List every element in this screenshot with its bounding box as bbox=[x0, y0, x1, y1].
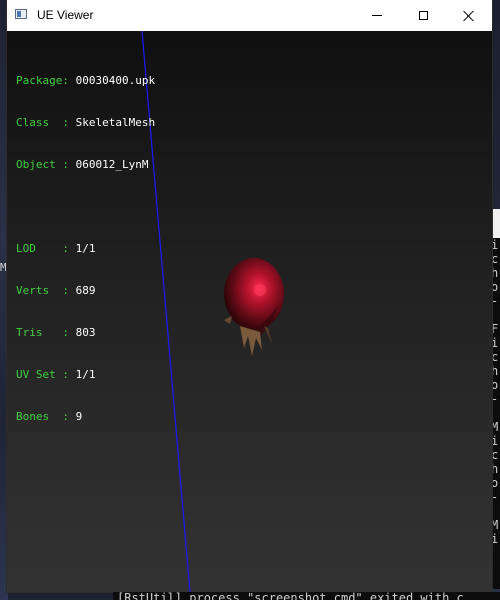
title-bar[interactable]: UE Viewer bbox=[7, 0, 492, 31]
console-line: c bbox=[491, 448, 499, 462]
ue-viewer-window: UE Viewer Package: 00030400.upk Class : … bbox=[7, 0, 492, 592]
minimize-button[interactable] bbox=[354, 0, 400, 31]
skeletal-mesh-model bbox=[224, 258, 284, 356]
console-line: - bbox=[491, 490, 499, 504]
console-output-line: [RstUtil] process "screenshot_cmd" exite… bbox=[117, 592, 464, 600]
info-object: Object : 060012_LynM bbox=[16, 158, 149, 171]
console-line: c bbox=[491, 252, 499, 266]
maximize-button[interactable] bbox=[400, 0, 446, 31]
console-line: - bbox=[491, 294, 499, 308]
console-line: - bbox=[491, 392, 499, 406]
console-line: i bbox=[491, 336, 499, 350]
info-uvset: UV Set : 1/1 bbox=[16, 368, 96, 381]
desktop-text-fragment: M bbox=[0, 261, 7, 274]
console-line: M bbox=[491, 518, 499, 532]
mesh-info-overlay: Package: 00030400.upk Class : SkeletalMe… bbox=[16, 46, 155, 452]
console-line: F bbox=[491, 322, 499, 336]
info-verts: Verts : 689 bbox=[16, 284, 96, 297]
info-package: Package: 00030400.upk bbox=[16, 74, 156, 87]
console-line: o bbox=[491, 280, 499, 294]
minimize-icon bbox=[372, 15, 382, 16]
window-app-icon bbox=[15, 9, 27, 19]
maximize-icon bbox=[418, 11, 428, 20]
console-bottom-fragment: [RstUtil] process "screenshot_cmd" exite… bbox=[113, 592, 500, 600]
console-line: M bbox=[491, 420, 499, 434]
console-line: h bbox=[491, 266, 499, 280]
console-line: h bbox=[491, 462, 499, 476]
close-icon bbox=[463, 10, 475, 22]
info-lod: LOD : 1/1 bbox=[16, 242, 96, 255]
info-class: Class : SkeletalMesh bbox=[16, 116, 156, 129]
console-window-fragment: icho-Ficho-Micho-Mi bbox=[491, 209, 500, 589]
3d-viewport[interactable]: Package: 00030400.upk Class : SkeletalMe… bbox=[7, 31, 492, 592]
console-line: o bbox=[491, 378, 499, 392]
info-bones: Bones : 9 bbox=[16, 410, 83, 423]
info-tris: Tris : 803 bbox=[16, 326, 96, 339]
console-line: i bbox=[491, 532, 499, 546]
console-line: h bbox=[491, 364, 499, 378]
console-line: c bbox=[491, 350, 499, 364]
console-line: i bbox=[491, 238, 499, 252]
close-button[interactable] bbox=[446, 0, 492, 31]
console-scrollbar-area[interactable] bbox=[491, 209, 500, 238]
console-line: o bbox=[491, 476, 499, 490]
window-title: UE Viewer bbox=[37, 8, 94, 22]
console-line: i bbox=[491, 434, 499, 448]
